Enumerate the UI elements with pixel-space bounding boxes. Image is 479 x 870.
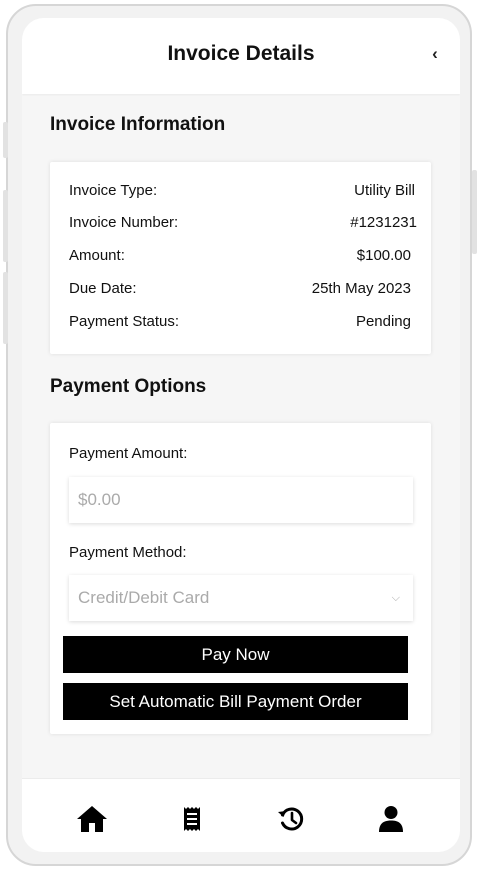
invoice-info-card: Invoice Type: Utility Bill Invoice Numbe… bbox=[50, 162, 431, 354]
info-row-due-date: Due Date: 25th May 2023 bbox=[69, 280, 411, 300]
back-button[interactable]: ‹ bbox=[428, 44, 442, 64]
info-row-amount: Amount: $100.00 bbox=[69, 247, 411, 267]
payment-amount-placeholder: $0.00 bbox=[78, 490, 121, 509]
nav-item-profile[interactable] bbox=[375, 803, 407, 835]
info-value: 25th May 2023 bbox=[311, 280, 411, 297]
nav-item-history[interactable] bbox=[275, 803, 307, 835]
phone-side-button bbox=[3, 190, 8, 262]
info-label: Invoice Number: bbox=[69, 214, 179, 231]
app-header: Invoice Details ‹ bbox=[22, 18, 460, 94]
payment-method-label: Payment Method: bbox=[69, 544, 187, 561]
history-icon bbox=[278, 807, 304, 831]
info-value: $100.00 bbox=[356, 247, 411, 264]
info-label: Amount: bbox=[69, 247, 125, 264]
page-title: Invoice Details bbox=[167, 42, 315, 65]
phone-side-button bbox=[3, 122, 8, 158]
payment-amount-input[interactable]: $0.00 bbox=[69, 477, 413, 523]
nav-item-home[interactable] bbox=[76, 803, 108, 835]
info-row-payment-status: Payment Status: Pending bbox=[69, 313, 411, 333]
nav-item-invoices[interactable] bbox=[176, 803, 208, 835]
payment-amount-label: Payment Amount: bbox=[69, 445, 188, 462]
pay-now-button[interactable]: Pay Now bbox=[63, 636, 408, 673]
invoice-information-title: Invoice Information bbox=[50, 114, 226, 135]
profile-icon bbox=[379, 806, 403, 832]
info-value: #1231231 bbox=[350, 214, 417, 231]
set-automatic-payment-button[interactable]: Set Automatic Bill Payment Order bbox=[63, 683, 408, 720]
info-label: Due Date: bbox=[69, 280, 137, 297]
info-row-invoice-number: Invoice Number: #1231231 bbox=[69, 214, 417, 234]
payment-options-card: Payment Amount: $0.00 Payment Method: Cr… bbox=[50, 423, 431, 734]
phone-side-button bbox=[3, 272, 8, 344]
bottom-nav bbox=[22, 778, 460, 852]
phone-side-button bbox=[472, 170, 477, 254]
payment-method-value: Credit/Debit Card bbox=[78, 588, 210, 607]
app-screen: Invoice Details ‹ Invoice Information In… bbox=[22, 18, 460, 852]
info-value: Utility Bill bbox=[354, 182, 415, 199]
payment-method-select[interactable]: Credit/Debit Card ⌵ bbox=[69, 575, 413, 621]
chevron-left-icon: ‹ bbox=[432, 44, 438, 63]
chevron-down-icon: ⌵ bbox=[391, 592, 400, 604]
info-label: Invoice Type: bbox=[69, 182, 158, 199]
info-row-invoice-type: Invoice Type: Utility Bill bbox=[69, 182, 415, 202]
info-label: Payment Status: bbox=[69, 313, 180, 330]
payment-options-title: Payment Options bbox=[50, 376, 207, 397]
home-icon bbox=[77, 806, 107, 832]
info-value: Pending bbox=[355, 313, 411, 330]
receipt-icon bbox=[184, 807, 200, 831]
